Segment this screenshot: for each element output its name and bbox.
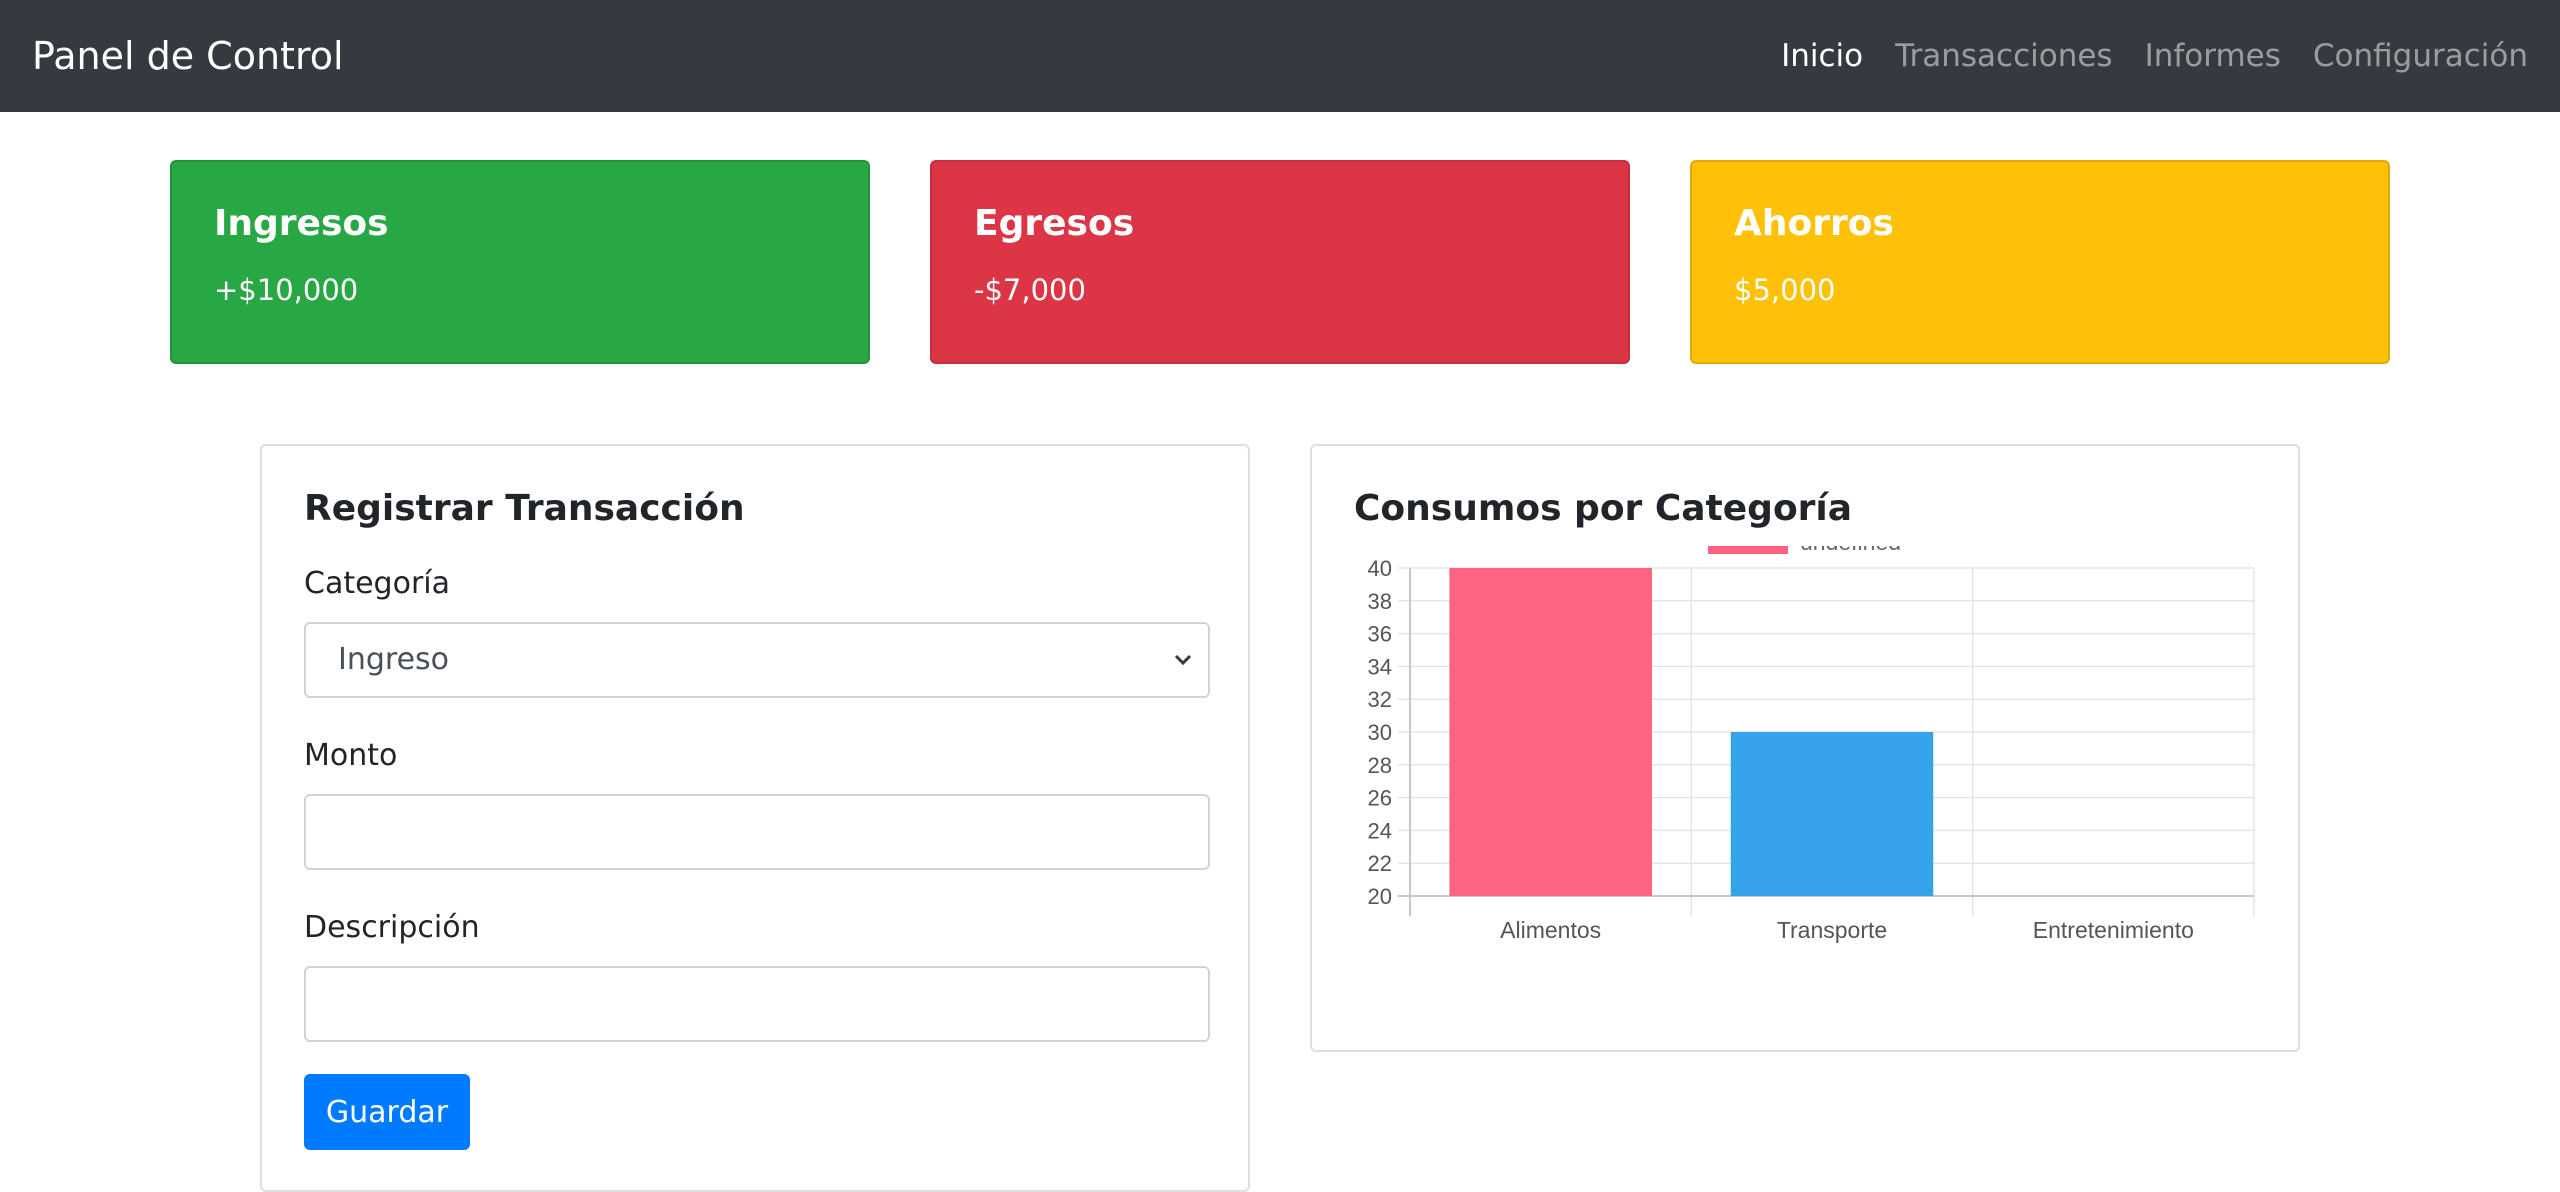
y-tick-label: 38 (1368, 589, 1392, 614)
expense-card-title: Egresos (974, 203, 1135, 244)
savings-card-value: $5,000 (1734, 273, 1836, 308)
y-tick-label: 20 (1368, 884, 1392, 909)
navbar: Panel de Control Inicio Transacciones In… (0, 0, 2560, 112)
y-tick-label: 26 (1368, 786, 1392, 811)
category-label: Categoría (304, 566, 451, 601)
y-tick-label: 30 (1368, 720, 1392, 745)
bar-transporte (1730, 732, 1934, 896)
income-card-title: Ingresos (214, 203, 389, 244)
bar-alimentos (1449, 568, 1652, 896)
y-tick-label: 40 (1368, 556, 1392, 581)
save-button[interactable]: Guardar (304, 1074, 470, 1150)
nav-item-transacciones[interactable]: Transacciones (1895, 38, 2112, 74)
y-tick-label: 34 (1368, 654, 1392, 679)
expense-card: Egresos -$7,000 (930, 160, 1630, 364)
category-select-value: Ingreso (338, 642, 450, 677)
savings-card: Ahorros $5,000 (1690, 160, 2390, 364)
x-tick-label: Entretenimiento (2033, 917, 2194, 943)
nav-item-inicio[interactable]: Inicio (1781, 38, 1863, 74)
transaction-form-panel: Registrar Transacción Categoría Ingreso … (260, 444, 1250, 1192)
nav-menu: Inicio Transacciones Informes Configurac… (1781, 0, 2528, 112)
nav-item-configuracion[interactable]: Configuración (2313, 38, 2528, 74)
nav-item-informes[interactable]: Informes (2145, 38, 2281, 74)
amount-input[interactable] (304, 794, 1210, 870)
description-label: Descripción (304, 910, 480, 945)
chart-panel: Consumos por Categoría undefined 40 38 36 34… (1310, 444, 2300, 1052)
income-card-value: +$10,000 (214, 273, 359, 308)
chart-title: Consumos por Categoría (1354, 488, 1853, 529)
amount-label: Monto (304, 738, 398, 773)
bar-chart: undefined 40 38 36 34 32 30 28 26 24 22 20 Alimentos… (1368, 546, 2255, 943)
y-tick-label: 22 (1368, 851, 1392, 876)
y-tick-label: 32 (1368, 687, 1392, 712)
form-title: Registrar Transacción (304, 488, 745, 529)
x-tick-label: Alimentos (1500, 917, 1601, 943)
x-tick-label: Transporte (1777, 917, 1887, 943)
category-select[interactable]: Ingreso (304, 622, 1210, 698)
y-tick-label: 36 (1368, 622, 1392, 647)
navbar-brand[interactable]: Panel de Control (32, 0, 344, 112)
legend-swatch (1708, 546, 1788, 554)
income-card: Ingresos +$10,000 (170, 160, 870, 364)
legend-label: undefined (1800, 546, 1901, 555)
expense-card-value: -$7,000 (974, 273, 1086, 308)
description-input[interactable] (304, 966, 1210, 1042)
chevron-down-icon (1172, 624, 1194, 726)
savings-card-title: Ahorros (1734, 203, 1894, 244)
y-tick-label: 24 (1368, 818, 1392, 843)
y-tick-label: 28 (1368, 753, 1392, 778)
